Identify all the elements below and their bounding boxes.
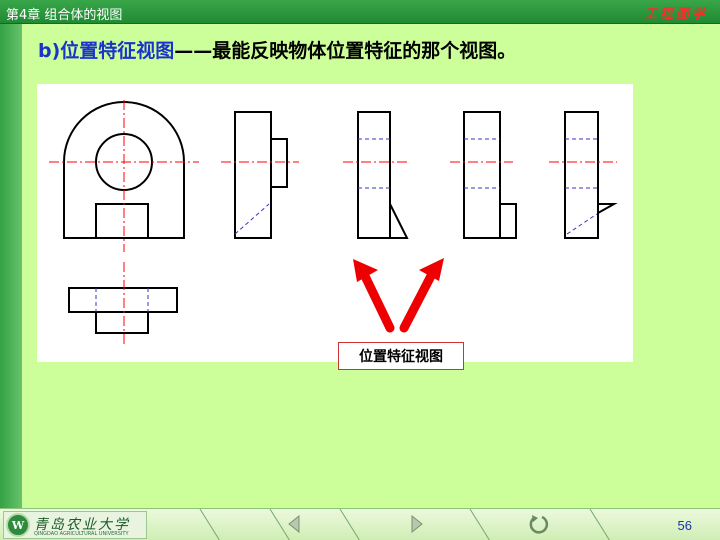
return-circle-icon bbox=[529, 515, 549, 534]
side-view-2 bbox=[357, 111, 409, 239]
heading-description: ——最能反映物体位置特征的那个视图。 bbox=[174, 40, 517, 62]
footer-dividers bbox=[199, 509, 610, 540]
arrows bbox=[353, 258, 444, 333]
left-sidebar bbox=[0, 24, 22, 510]
side-view-4 bbox=[564, 111, 618, 239]
side-view-3 bbox=[463, 111, 517, 239]
top-view bbox=[68, 287, 178, 334]
page-number: 56 bbox=[677, 518, 692, 533]
logo-emblem: W bbox=[6, 513, 30, 537]
next-button[interactable] bbox=[405, 513, 429, 535]
arrow-left bbox=[353, 259, 395, 333]
university-english-name: QINGDAO AGRICULTURAL UNIVERSITY bbox=[34, 531, 129, 537]
side-view-1 bbox=[234, 111, 288, 239]
side-view-3-hidden bbox=[464, 138, 500, 189]
chapter-title: 第4章 组合体的视图 bbox=[6, 8, 123, 23]
triangle-right-icon bbox=[411, 515, 423, 533]
arrow-right bbox=[399, 258, 444, 333]
technical-drawing-panel bbox=[37, 84, 633, 362]
callout-label: 位置特征视图 bbox=[338, 342, 464, 370]
course-title: 工程图学 bbox=[643, 7, 708, 22]
footer-bar: W 青岛农业大学 QINGDAO AGRICULTURAL UNIVERSITY… bbox=[0, 508, 720, 540]
side-view-2-hidden bbox=[358, 138, 390, 189]
side-view-1-hidden bbox=[234, 203, 270, 235]
triangle-left-icon bbox=[288, 515, 300, 533]
top-view-hidden-lines bbox=[95, 288, 149, 312]
slide-heading: b)位置特征视图——最能反映物体位置特征的那个视图。 bbox=[38, 36, 516, 63]
front-view-centerlines bbox=[49, 100, 199, 252]
prev-button[interactable] bbox=[282, 513, 306, 535]
university-logo: W 青岛农业大学 QINGDAO AGRICULTURAL UNIVERSITY bbox=[3, 511, 147, 539]
return-button[interactable] bbox=[527, 513, 551, 535]
heading-term: b)位置特征视图 bbox=[38, 40, 175, 62]
side-view-4-hidden bbox=[565, 138, 598, 235]
three-view-drawings bbox=[49, 100, 618, 346]
title-bar: 第4章 组合体的视图 工程图学 bbox=[0, 0, 720, 24]
